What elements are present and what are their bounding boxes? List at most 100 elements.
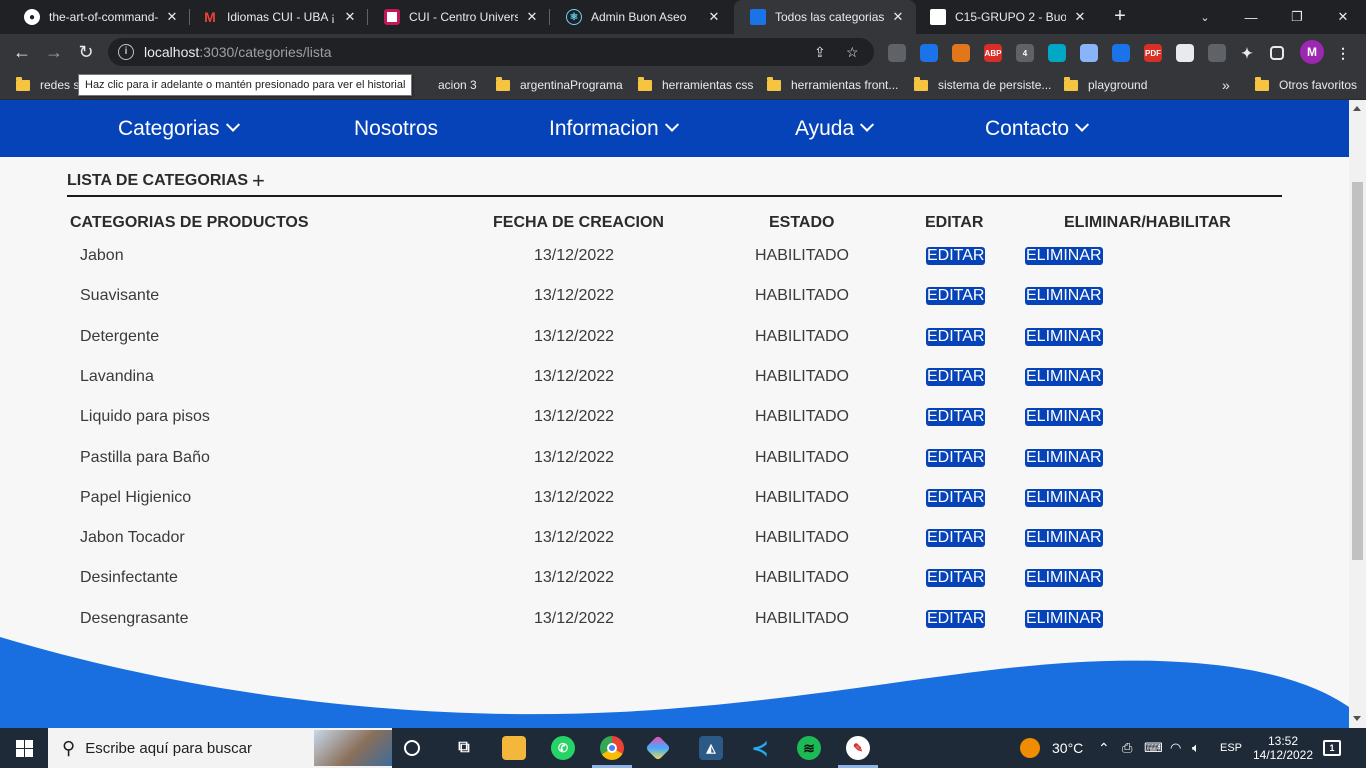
bookmark-folder[interactable]: herramientas css [638,70,753,100]
delete-button[interactable]: ELIMINAR [1025,408,1103,426]
close-icon[interactable]: ✕ [1072,9,1088,25]
delete-button[interactable]: ELIMINAR [1025,247,1103,265]
site-info-icon[interactable]: i [118,44,134,60]
forward-button[interactable]: → [40,38,68,66]
ext-11-icon[interactable] [1208,44,1226,62]
tab-trello[interactable]: C15-GRUPO 2 - Buon ✕ [914,0,1098,34]
bookmark-folder[interactable]: herramientas front... [767,70,898,100]
language-indicator[interactable]: ESP [1220,728,1242,768]
scroll-thumb[interactable] [1352,182,1363,560]
vscode-icon[interactable]: ≺ [748,736,772,760]
edit-button[interactable]: EDITAR [926,247,986,265]
pdf-icon[interactable]: PDF [1144,44,1162,62]
tab-gmail[interactable]: M Idiomas CUI - UBA ¡ N ✕ [186,0,368,34]
ext-8-icon[interactable] [1112,44,1130,62]
metamask-icon[interactable] [952,44,970,62]
delete-button[interactable]: ELIMINAR [1025,529,1103,547]
input-method-icon[interactable]: ⌨ [1144,728,1163,768]
restore-button[interactable]: ❐ [1274,0,1320,34]
profile-avatar[interactable]: M [1300,40,1324,64]
edit-button[interactable]: EDITAR [926,328,986,346]
bookmark-folder[interactable]: sistema de persiste... [914,70,1051,100]
close-icon[interactable]: ✕ [706,9,722,25]
tab-github[interactable]: ● the-art-of-command-l ✕ [8,0,190,34]
menu-icon[interactable]: ⋮ [1334,44,1352,62]
close-icon[interactable]: ✕ [524,9,540,25]
tab-todos-las-categorias[interactable]: Todos las categorias | ✕ [734,0,916,34]
bookmark-folder[interactable]: redes s [16,70,79,100]
bookmark-folder[interactable]: argentinaPrograma [496,70,623,100]
show-hidden-icons-icon[interactable]: ⌃ [1098,728,1110,768]
other-bookmarks-folder[interactable]: Otros favoritos [1255,70,1357,100]
ext-2-icon[interactable] [920,44,938,62]
back-button[interactable]: ← [8,38,36,66]
git-icon[interactable] [645,735,671,761]
delete-button[interactable]: ELIMINAR [1025,287,1103,305]
tab-admin-buon-aseo[interactable]: ⚛ Admin Buon Aseo ✕ [550,0,732,34]
volume-icon[interactable]: 🔈︎ [1192,728,1200,768]
mysql-workbench-icon[interactable]: ◭ [699,736,723,760]
cortana-icon[interactable] [404,740,420,756]
tab-cui[interactable]: CUI - Centro Universit ✕ [368,0,550,34]
edit-button[interactable]: EDITAR [926,287,986,305]
task-view-icon[interactable]: ⧉ [452,736,476,760]
delete-button[interactable]: ELIMINAR [1025,449,1103,467]
delete-button[interactable]: ELIMINAR [1025,368,1103,386]
nav-ayuda[interactable]: Ayuda [795,100,875,157]
whatsapp-icon[interactable]: ✆ [551,736,575,760]
nav-categorias[interactable]: Categorias [118,100,240,157]
clock[interactable]: 13:52 14/12/2022 [1248,728,1318,768]
delete-button[interactable]: ELIMINAR [1025,569,1103,587]
bookmark-folder[interactable]: playground [1064,70,1147,100]
ext-1-icon[interactable] [888,44,906,62]
delete-button[interactable]: ELIMINAR [1025,328,1103,346]
bookmarks-overflow-button[interactable]: » [1222,70,1230,100]
nav-nosotros[interactable]: Nosotros [354,100,438,157]
scroll-down-icon[interactable] [1353,716,1361,721]
delete-button[interactable]: ELIMINAR [1025,489,1103,507]
site-navbar: Categorias Nosotros Informacion Ayuda Co… [0,100,1349,157]
side-panel-icon[interactable] [1270,46,1284,60]
extensions-puzzle-icon[interactable]: ✦ [1238,44,1256,62]
edit-button[interactable]: EDITAR [926,529,986,547]
close-icon[interactable]: ✕ [890,9,906,25]
edit-button[interactable]: EDITAR [926,368,986,386]
tab-search-icon[interactable]: ⌄ [1182,0,1228,34]
ext-10-icon[interactable] [1176,44,1194,62]
nav-informacion[interactable]: Informacion [549,100,679,157]
file-explorer-icon[interactable] [502,736,526,760]
address-bar[interactable]: i localhost:3030/categories/lista ⇪ ☆ [108,38,874,66]
taskbar-search[interactable]: ⚲ Escribe aquí para buscar [48,728,392,768]
adblock-icon[interactable]: ABP [984,44,1002,62]
spotify-icon[interactable]: ≋ [797,736,821,760]
paint-icon[interactable]: ✎ [846,736,870,760]
page-scrollbar[interactable] [1349,100,1366,728]
edit-button[interactable]: EDITAR [926,610,986,628]
edit-button[interactable]: EDITAR [926,489,986,507]
delete-button[interactable]: ELIMINAR [1025,610,1103,628]
close-icon[interactable]: ✕ [164,9,180,25]
reload-button[interactable]: ↻ [72,38,100,66]
edit-button[interactable]: EDITAR [926,408,986,426]
chrome-icon[interactable] [600,736,624,760]
notifications-button[interactable]: 1 [1323,728,1341,768]
ext-badge-icon[interactable]: 4 [1016,44,1034,62]
add-category-icon[interactable]: + [252,170,265,192]
weather-widget[interactable]: 30°C [1020,728,1083,768]
edit-button[interactable]: EDITAR [926,449,986,467]
new-tab-button[interactable]: + [1108,5,1132,29]
edit-button[interactable]: EDITAR [926,569,986,587]
bookmark-folder[interactable]: acion 3 [438,70,477,100]
ext-7-icon[interactable] [1080,44,1098,62]
windows-start-button[interactable] [0,728,48,768]
close-icon[interactable]: ✕ [342,9,358,25]
nav-contacto[interactable]: Contacto [985,100,1090,157]
meet-now-icon[interactable]: ⎙ [1122,728,1132,768]
close-window-button[interactable]: ✕ [1320,0,1366,34]
scroll-up-icon[interactable] [1353,106,1361,111]
ext-6-icon[interactable] [1048,44,1066,62]
wifi-icon[interactable]: ◠ [1170,728,1181,768]
share-icon[interactable]: ⇪ [814,44,826,61]
bookmark-star-icon[interactable]: ☆ [846,44,859,61]
minimize-button[interactable]: — [1228,0,1274,34]
